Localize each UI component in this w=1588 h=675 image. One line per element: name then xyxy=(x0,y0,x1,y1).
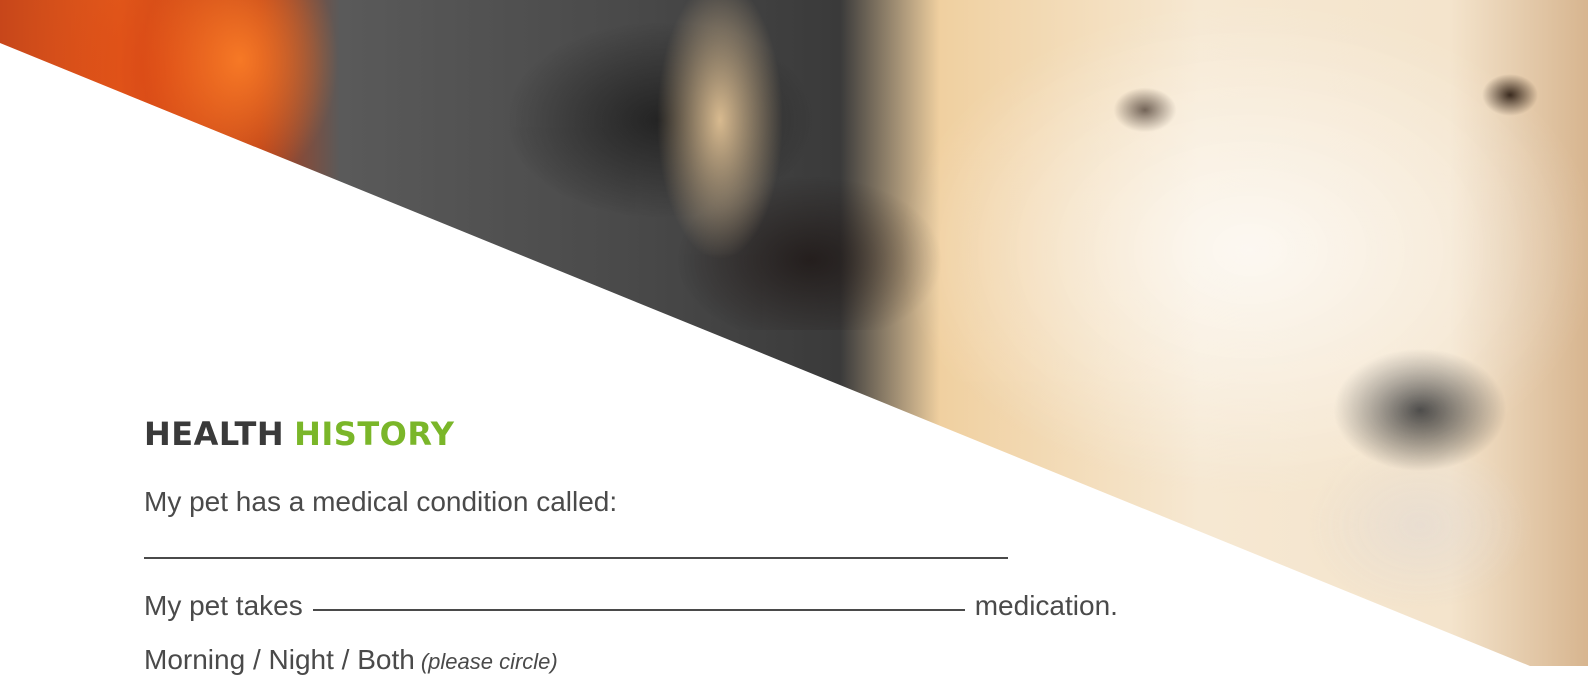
medication-prefix: My pet takes xyxy=(144,590,303,621)
title-health: HEALTH xyxy=(144,415,285,453)
medication-suffix: medication. xyxy=(974,590,1118,621)
dosing-time-line: Morning / Night / Both (please circle) xyxy=(144,646,558,674)
dosing-hint: (please circle) xyxy=(420,649,558,674)
medication-blank[interactable] xyxy=(312,609,965,611)
title-history: HISTORY xyxy=(294,415,455,453)
health-history-section: HEALTH HISTORY My pet has a medical condi… xyxy=(144,0,1244,674)
section-title: HEALTH HISTORY xyxy=(144,418,454,450)
medical-condition-blank[interactable] xyxy=(144,557,1008,559)
medical-condition-field[interactable] xyxy=(144,540,1008,568)
dosing-options[interactable]: Morning / Night / Both xyxy=(144,644,415,675)
medication-line: My pet takes medication. xyxy=(144,592,1118,620)
medical-condition-label: My pet has a medical condition called: xyxy=(144,486,618,517)
